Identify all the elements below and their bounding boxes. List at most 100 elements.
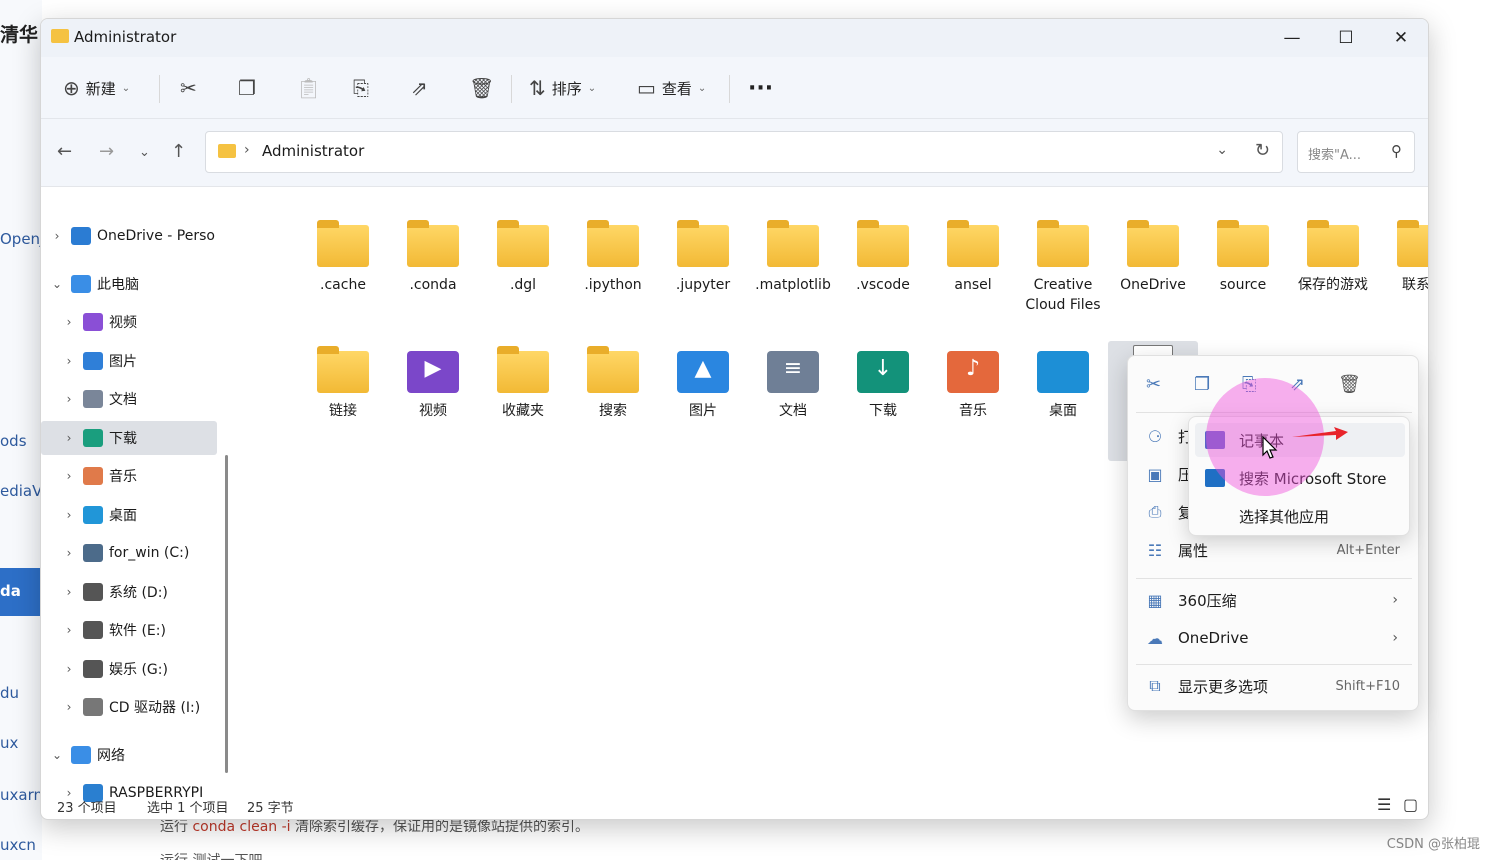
folder-item[interactable]: 搜索 <box>568 341 658 461</box>
chevron-right-icon: › <box>1392 592 1398 608</box>
folder-item[interactable]: 文档 <box>748 341 838 461</box>
folder-item[interactable]: OneDrive <box>1108 215 1198 335</box>
folder-item[interactable]: 联系人 <box>1378 215 1428 335</box>
chevron-down-icon[interactable]: ⌄ <box>49 748 65 762</box>
new-button[interactable]: ⊕ 新建 ⌄ <box>63 73 130 103</box>
folder-item[interactable]: ansel <box>928 215 1018 335</box>
back-arrow-icon[interactable]: ← <box>57 141 72 162</box>
maximize-button[interactable]: ☐ <box>1323 23 1369 53</box>
sort-button[interactable]: ⇅ 排序 ⌄ <box>529 73 596 103</box>
chevron-down-icon[interactable]: ⌄ <box>49 277 65 291</box>
nav-item[interactable]: › OneDrive - Perso <box>41 219 217 253</box>
selected-size: 25 字节 <box>247 801 294 816</box>
nav-item[interactable]: › 视频 <box>41 305 217 339</box>
folder-item[interactable]: 收藏夹 <box>478 341 568 461</box>
toolbar-divider <box>159 75 160 103</box>
nav-item[interactable]: › 系统 (D:) <box>41 575 217 609</box>
view-label: 查看 <box>661 79 692 98</box>
up-arrow-icon[interactable]: ↑ <box>171 141 186 162</box>
context-menu-item[interactable]: ☷ 属性 Alt+Enter <box>1136 532 1412 568</box>
folder-item[interactable]: .conda <box>388 215 478 335</box>
nav-scrollbar[interactable] <box>225 455 228 773</box>
cut-button[interactable]: ✂ <box>180 73 197 103</box>
close-button[interactable]: ✕ <box>1378 23 1424 53</box>
paste-button[interactable]: 📋︎ <box>296 73 321 103</box>
context-menu-item[interactable]: ⧉ 显示更多选项 Shift+F10 <box>1136 668 1412 704</box>
open-with-option[interactable]: 记事本 <box>1195 423 1405 457</box>
open-with-option[interactable]: 搜索 Microsoft Store <box>1195 461 1405 495</box>
breadcrumb-path[interactable]: Administrator <box>262 142 364 160</box>
chevron-right-icon[interactable]: › <box>61 469 77 483</box>
compress-icon: ▣ <box>1147 464 1163 484</box>
rename-icon[interactable]: ⎘ <box>1242 374 1256 395</box>
chevron-right-icon[interactable]: › <box>61 546 77 560</box>
folder-item[interactable]: .dgl <box>478 215 568 335</box>
view-button[interactable]: ▭ 查看 ⌄ <box>637 73 706 103</box>
trash-icon[interactable]: 🗑︎ <box>1338 374 1361 395</box>
rename-button[interactable]: ⎘ <box>353 73 369 103</box>
folder-icon <box>218 144 236 158</box>
address-bar[interactable]: › Administrator ⌄ ↻ <box>205 131 1283 173</box>
share-button[interactable]: ⇗ <box>411 73 428 103</box>
chevron-right-icon[interactable]: › <box>61 508 77 522</box>
details-view-icon[interactable]: ☰ <box>1377 795 1391 814</box>
open-with-option[interactable]: 选择其他应用 <box>1195 499 1405 533</box>
nav-item[interactable]: › 桌面 <box>41 498 217 532</box>
context-menu-item[interactable]: ▦ 360压缩 › <box>1136 582 1412 618</box>
nav-item[interactable]: ⌄ 此电脑 <box>41 267 217 301</box>
folder-item[interactable]: .cache <box>298 215 388 335</box>
folder-item[interactable]: .matplotlib <box>748 215 838 335</box>
folder-item[interactable]: 桌面 <box>1018 341 1108 461</box>
chevron-right-icon[interactable]: › <box>49 229 65 243</box>
nav-item[interactable]: › 音乐 <box>41 459 217 493</box>
chevron-right-icon[interactable]: › <box>61 431 77 445</box>
nav-item[interactable]: › 娱乐 (G:) <box>41 652 217 686</box>
nav-item[interactable]: › 软件 (E:) <box>41 613 217 647</box>
folder-item[interactable]: 视频 <box>388 341 478 461</box>
folder-item[interactable]: .vscode <box>838 215 928 335</box>
chevron-right-icon[interactable]: › <box>61 392 77 406</box>
folder-item[interactable]: Creative Cloud Files <box>1018 215 1108 335</box>
chevron-right-icon[interactable]: › <box>61 354 77 368</box>
recent-chevron-icon[interactable]: ⌄ <box>139 145 150 160</box>
folder-item[interactable]: 音乐 <box>928 341 1018 461</box>
open-with-icon: ⚆ <box>1147 426 1163 446</box>
refresh-icon[interactable]: ↻ <box>1255 140 1270 161</box>
copy-button[interactable]: ❐ <box>238 73 256 103</box>
background-line-1-suffix: 清除索引缓存，保证用的是镜像站提供的索引。 <box>295 819 590 835</box>
nav-item[interactable]: › CD 驱动器 (I:) <box>41 690 217 724</box>
chevron-right-icon[interactable]: › <box>61 315 77 329</box>
chevron-down-icon[interactable]: ⌄ <box>1216 142 1228 158</box>
nav-item[interactable]: ⌄ 网络 <box>41 738 217 772</box>
folder-item[interactable]: source <box>1198 215 1288 335</box>
forward-arrow-icon[interactable]: → <box>99 141 114 162</box>
chevron-right-icon[interactable]: › <box>61 623 77 637</box>
folder-item[interactable]: 保存的游戏 <box>1288 215 1378 335</box>
delete-button[interactable]: 🗑︎ <box>469 73 494 103</box>
nav-item-icon <box>83 390 103 408</box>
folder-item[interactable]: 下载 <box>838 341 928 461</box>
tiles-view-icon[interactable]: ▢ <box>1403 795 1418 814</box>
copy-icon[interactable]: ❐ <box>1194 374 1210 395</box>
minimize-button[interactable]: — <box>1269 23 1315 53</box>
chevron-right-icon[interactable]: › <box>61 662 77 676</box>
nav-item[interactable]: › 图片 <box>41 344 217 378</box>
context-menu-item[interactable]: ☁ OneDrive › <box>1136 620 1412 656</box>
nav-item[interactable]: › 文档 <box>41 382 217 416</box>
nav-item-icon <box>83 506 103 524</box>
folder-item[interactable]: 链接 <box>298 341 388 461</box>
selected-count: 选中 1 个项目 <box>147 801 229 816</box>
folder-item[interactable]: .ipython <box>568 215 658 335</box>
folder-item[interactable]: 图片 <box>658 341 748 461</box>
background-article: 运行 conda clean -i 清除索引缓存，保证用的是镜像站提供的索引。 … <box>42 819 1496 860</box>
background-line-1-code: conda clean -i <box>192 819 291 835</box>
share-icon[interactable]: ⇗ <box>1290 374 1305 395</box>
more-button[interactable]: ··· <box>748 73 773 103</box>
search-input[interactable]: 搜索"A... ⚲ <box>1297 131 1415 173</box>
folder-item[interactable]: .jupyter <box>658 215 748 335</box>
nav-item[interactable]: › 下载 <box>41 421 217 455</box>
chevron-right-icon[interactable]: › <box>61 585 77 599</box>
nav-item[interactable]: › for_win (C:) <box>41 536 217 570</box>
scissors-icon[interactable]: ✂ <box>1146 374 1161 395</box>
chevron-right-icon[interactable]: › <box>61 700 77 714</box>
